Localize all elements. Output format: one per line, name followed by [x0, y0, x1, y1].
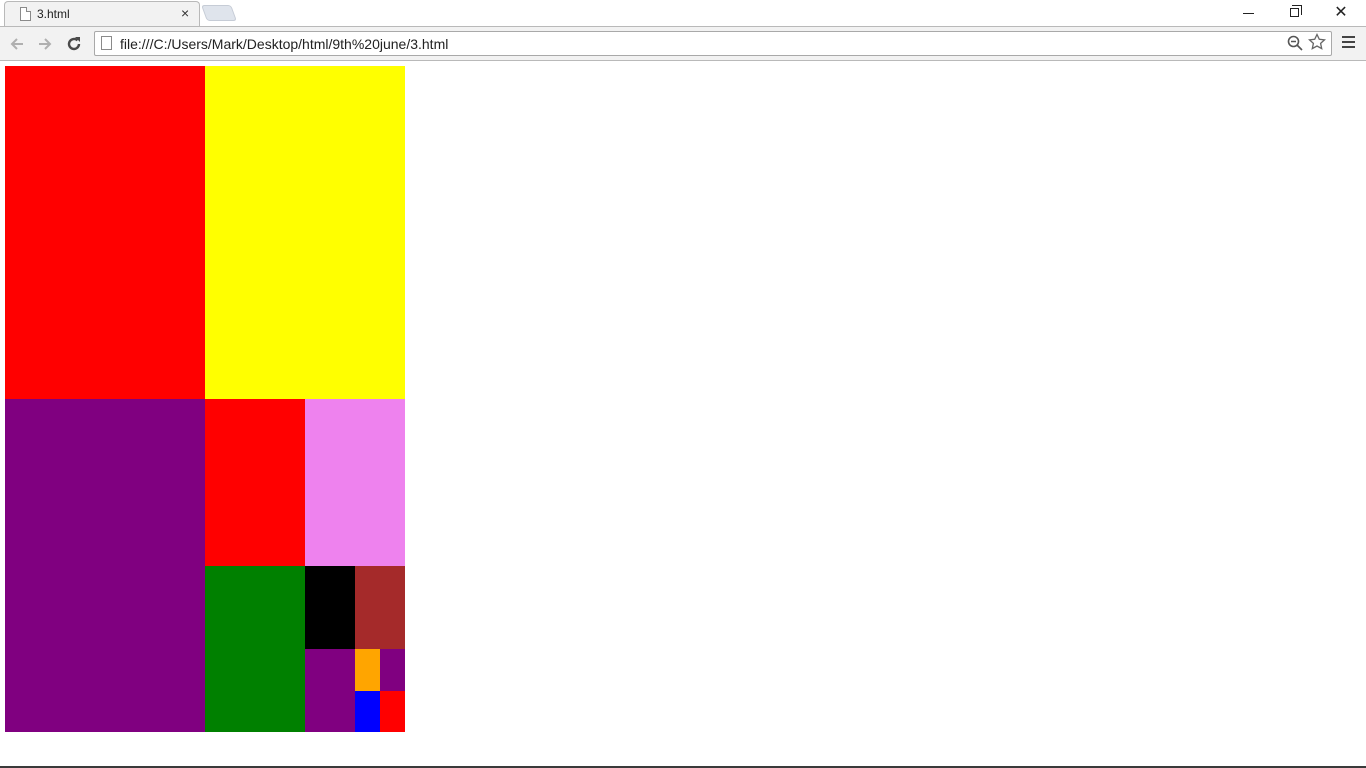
purple-large-block — [5, 399, 205, 732]
zoom-icon[interactable] — [1287, 35, 1303, 56]
bookmark-star-icon[interactable] — [1307, 32, 1327, 56]
red-large-block — [5, 66, 205, 399]
page-content — [0, 62, 1366, 768]
orange-block — [355, 649, 380, 691]
address-bar[interactable]: file:///C:/Users/Mark/Desktop/html/9th%2… — [94, 31, 1332, 56]
purple-small-block — [305, 649, 355, 732]
url-text[interactable]: file:///C:/Users/Mark/Desktop/html/9th%2… — [120, 36, 448, 52]
new-tab-button[interactable] — [201, 5, 237, 21]
title-bar: 3.html × ✕ — [0, 0, 1366, 26]
red-medium-block — [205, 399, 305, 566]
tab-title: 3.html — [37, 7, 70, 21]
blue-block — [355, 691, 380, 732]
green-block — [205, 566, 305, 732]
reload-button[interactable] — [62, 32, 86, 56]
close-tab-icon[interactable]: × — [181, 5, 189, 21]
back-arrow-icon — [10, 38, 23, 50]
violet-block — [305, 399, 405, 566]
red-tiny-block — [380, 691, 405, 732]
menu-icon[interactable] — [1342, 36, 1355, 48]
page-info-icon[interactable] — [101, 36, 112, 50]
yellow-block — [205, 66, 405, 399]
minimize-button[interactable] — [1226, 0, 1272, 26]
browser-tab[interactable]: 3.html × — [4, 1, 200, 26]
forward-button[interactable] — [33, 32, 57, 56]
forward-arrow-icon — [39, 38, 52, 50]
purple-tiny-block — [380, 649, 405, 691]
minimize-icon — [1243, 13, 1254, 14]
browser-toolbar: file:///C:/Users/Mark/Desktop/html/9th%2… — [0, 26, 1366, 61]
reload-icon — [67, 37, 81, 51]
back-button[interactable] — [5, 32, 29, 56]
restore-button[interactable] — [1272, 0, 1318, 26]
black-block — [305, 566, 355, 649]
page-icon — [20, 7, 31, 21]
restore-icon — [1290, 5, 1302, 17]
window-close-button[interactable]: ✕ — [1318, 0, 1364, 26]
brown-block — [355, 566, 405, 649]
